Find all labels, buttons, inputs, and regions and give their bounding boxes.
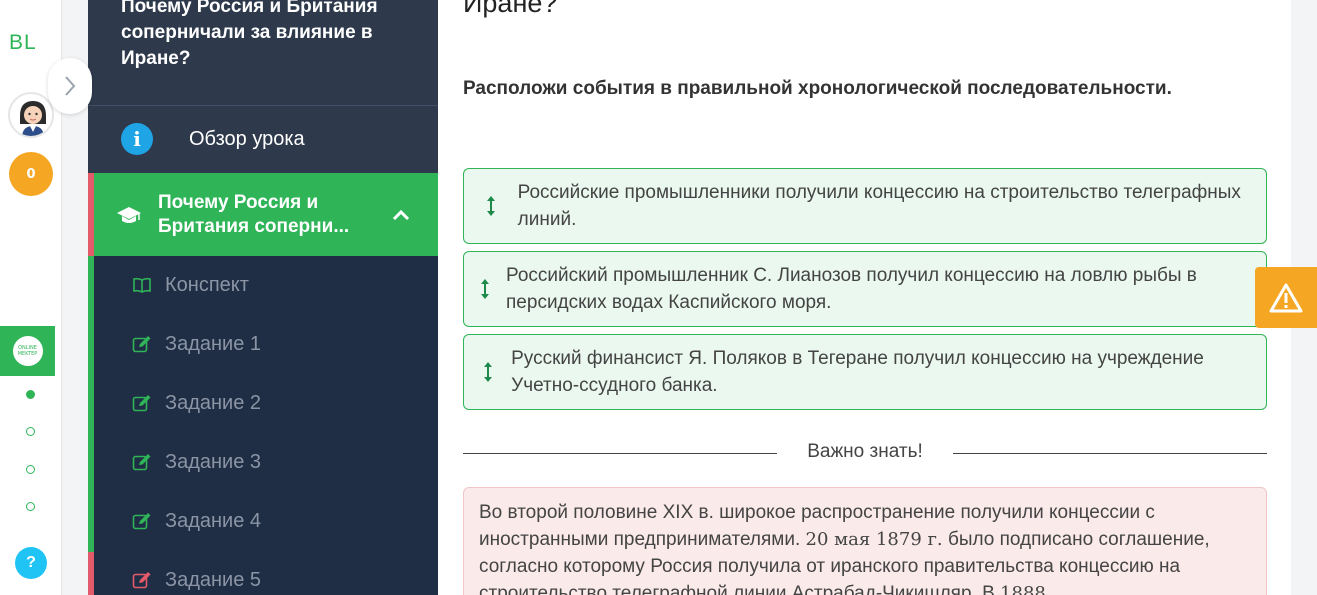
sidebar-item-current-lesson[interactable]: Почему Россия и Британия соперни... <box>88 173 438 256</box>
edit-icon <box>132 513 151 530</box>
partner-logo[interactable]: ONLINE MEKTEP <box>0 326 55 376</box>
card-text: Российский промышленник С. Лианозов полу… <box>506 265 1197 313</box>
sortable-card[interactable]: Русский финансист Я. Поляков в Тегеране … <box>463 334 1267 410</box>
note-date: 20 мая 1879 г. <box>805 529 943 550</box>
sidebar-item-overview[interactable]: i Обзор урока <box>88 106 438 172</box>
task-instruction: Расположи события в правильной хронологи… <box>463 78 1172 99</box>
progress-dot-2[interactable] <box>26 427 35 436</box>
progress-bar-complete <box>88 256 94 552</box>
lesson-sidebar: Почему Россия и Британия соперничали за … <box>88 0 438 595</box>
important-divider: Важно знать! <box>463 440 1267 466</box>
clipped-text-line <box>463 126 1267 134</box>
divider-line <box>463 453 777 454</box>
sidebar-item-summary[interactable]: Конспект <box>132 270 249 300</box>
coins-badge[interactable]: 0 <box>9 152 53 196</box>
collapse-sidebar-button[interactable] <box>48 58 92 114</box>
note-year: 1888 <box>1000 583 1046 595</box>
edit-icon <box>132 395 151 412</box>
sidebar-item-task-2[interactable]: Задание 2 <box>132 388 261 418</box>
divider-line <box>953 453 1267 454</box>
sidebar-item-label: Почему Россия и Британия соперни... <box>158 191 350 237</box>
sidebar-item-task-4[interactable]: Задание 4 <box>132 506 261 536</box>
sidebar-item-label: Конспект <box>165 273 249 296</box>
sidebar-item-label: Задание 2 <box>165 391 262 414</box>
help-button[interactable]: ? <box>15 547 47 579</box>
brand-logo[interactable]: BL <box>9 31 37 55</box>
warning-icon <box>1269 283 1303 312</box>
progress-bar-incomplete <box>88 552 94 595</box>
lesson-submenu: Конспект Задание 1 Задание 2 Задание 3 З… <box>88 256 438 595</box>
edit-icon <box>132 336 151 353</box>
drag-handle-icon <box>481 279 489 299</box>
clipped-text-artifact <box>463 133 1267 134</box>
partner-logo-circle: ONLINE MEKTEP <box>12 336 43 366</box>
card-text: Русский финансист Я. Поляков в Тегеране … <box>511 348 1204 396</box>
avatar[interactable] <box>8 92 54 138</box>
progress-dot-4[interactable] <box>26 502 35 511</box>
sidebar-item-task-1[interactable]: Задание 1 <box>132 329 261 359</box>
sortable-card[interactable]: Российский промышленник С. Лианозов полу… <box>463 251 1267 327</box>
sidebar-item-label: Задание 1 <box>165 332 262 355</box>
drag-handle[interactable] <box>464 278 506 300</box>
drag-handle-icon <box>486 196 495 216</box>
chevron-right-icon <box>65 76 76 96</box>
progress-dot-1[interactable] <box>26 390 35 399</box>
info-note: Во второй половине XIX в. широкое распро… <box>463 487 1267 595</box>
chevron-up-icon[interactable] <box>392 209 410 221</box>
important-label: Важно знать! <box>807 441 923 462</box>
sidebar-item-task-5[interactable]: Задание 5 <box>132 565 261 595</box>
sortable-card[interactable]: Российские промышленники получили концес… <box>463 168 1267 244</box>
report-error-button[interactable] <box>1255 267 1317 328</box>
sidebar-item-label: Задание 5 <box>165 568 262 591</box>
book-icon <box>133 277 151 293</box>
info-icon: i <box>121 123 153 155</box>
drag-handle[interactable] <box>464 361 511 383</box>
card-text: Российские промышленники получили концес… <box>517 182 1241 230</box>
avatar-icon <box>12 96 52 136</box>
edit-icon <box>132 454 151 471</box>
lesson-title: Почему Россия и Британия соперничали за … <box>121 0 378 69</box>
main-content: Иране? Расположи события в правильной хр… <box>438 0 1291 595</box>
sidebar-item-label: Задание 4 <box>165 509 262 532</box>
progress-dot-3[interactable] <box>26 465 35 474</box>
lesson-heading: Иране? <box>463 0 558 18</box>
edit-icon <box>132 572 151 589</box>
sidebar-item-label: Задание 3 <box>165 450 262 473</box>
graduation-cap-icon <box>117 206 141 223</box>
drag-handle[interactable] <box>464 195 518 217</box>
sidebar-item-label: Обзор урока <box>189 127 305 150</box>
drag-handle-icon <box>483 362 492 382</box>
sidebar-item-task-3[interactable]: Задание 3 <box>132 447 261 477</box>
